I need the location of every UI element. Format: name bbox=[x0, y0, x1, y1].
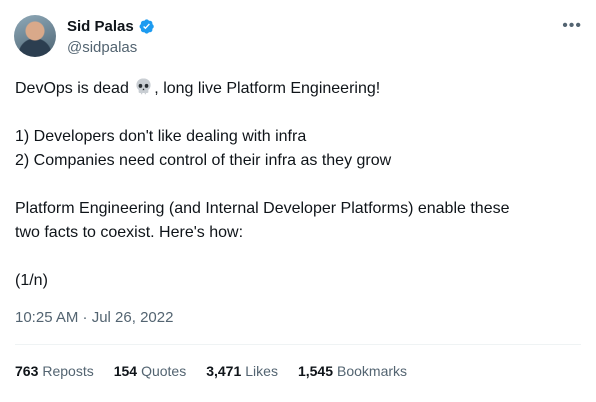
stat-label: Bookmarks bbox=[337, 363, 408, 379]
stat-value: 1,545 bbox=[297, 363, 333, 379]
divider bbox=[15, 344, 581, 345]
more-horizontal-icon[interactable]: ••• bbox=[562, 18, 582, 34]
stat-label: Likes bbox=[245, 363, 278, 379]
stat-value: 154 bbox=[113, 363, 138, 379]
tweet-line-1: DevOps is dead , long live Platform Engi… bbox=[15, 77, 575, 101]
stat-label: Quotes bbox=[141, 363, 187, 379]
tweet-point-1: 1) Developers don't like dealing with in… bbox=[15, 128, 307, 145]
tweet-paragraph-line-2: two facts to coexist. Here's how: bbox=[15, 224, 244, 241]
tweet-point-2: 2) Companies need control of their infra… bbox=[15, 152, 392, 169]
skull-emoji-icon bbox=[136, 78, 151, 95]
stat-value: 763 bbox=[15, 363, 39, 379]
verified-badge-icon bbox=[139, 19, 154, 34]
tweet-thread-marker: (1/n) bbox=[15, 272, 48, 289]
tweet-line-1-start: DevOps is dead bbox=[15, 80, 129, 97]
stat-value: 3,471 bbox=[206, 363, 242, 379]
stat-bookmarks[interactable]: 1,545 Bookmarks bbox=[298, 361, 407, 381]
tweet-timestamp[interactable]: 10:25 AM · Jul 26, 2022 bbox=[15, 308, 173, 328]
author-name-row: Sid Palas bbox=[67, 17, 155, 36]
engagement-stats: 763 Reposts 154 Quotes 3,471 Likes 1,545… bbox=[15, 361, 407, 381]
stat-label: Reposts bbox=[42, 363, 94, 379]
tweet-paragraph-line-1: Platform Engineering (and Internal Devel… bbox=[15, 200, 510, 217]
stat-quotes[interactable]: 154 Quotes bbox=[114, 361, 187, 381]
tweet-text: DevOps is dead , long live Platform Engi… bbox=[15, 77, 575, 293]
author-display-name[interactable]: Sid Palas bbox=[67, 17, 134, 36]
stat-likes[interactable]: 3,471 Likes bbox=[206, 361, 278, 381]
author-avatar[interactable] bbox=[14, 15, 56, 57]
author-handle[interactable]: @sidpalas bbox=[67, 38, 137, 57]
tweet-line-1-end: , long live Platform Engineering! bbox=[154, 80, 381, 97]
stat-reposts[interactable]: 763 Reposts bbox=[15, 361, 94, 381]
